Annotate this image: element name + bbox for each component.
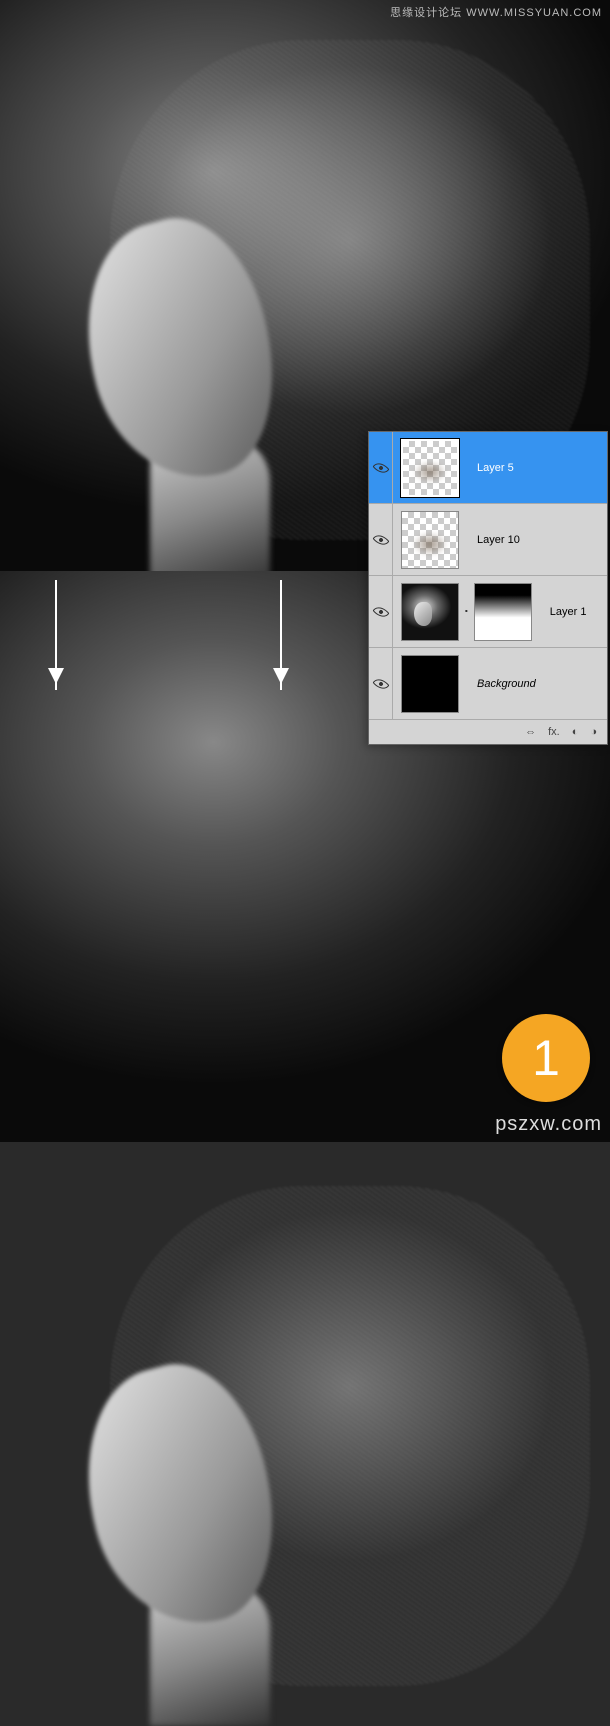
layer-name-label[interactable]: Background [467, 678, 607, 690]
arrow-down-icon [280, 580, 282, 690]
add-mask-icon[interactable]: ◐ [572, 726, 579, 738]
layer-thumbnail[interactable] [401, 583, 459, 641]
visibility-toggle[interactable] [369, 576, 393, 647]
layer-name-label[interactable]: Layer 5 [467, 462, 607, 474]
portrait-after [30, 1166, 590, 1706]
watermark-bottom: pszxw.com [495, 1113, 602, 1136]
layer-row-layer1[interactable]: ⬝ Layer 1 [369, 576, 607, 648]
arrow-down-icon [55, 580, 57, 690]
eye-icon [372, 675, 389, 692]
step-number-badge: 1 [502, 1014, 590, 1102]
layer-row-layer10[interactable]: Layer 10 [369, 504, 607, 576]
link-icon: ⬝ [465, 606, 468, 617]
layer-mask-thumbnail[interactable] [474, 583, 532, 641]
layers-panel: Layer 5 Layer 10 ⬝ Layer 1 Background ⇔ [368, 431, 608, 745]
link-layers-icon[interactable]: ⇔ [525, 726, 536, 738]
eye-icon [372, 603, 389, 620]
layer-name-label[interactable]: Layer 10 [467, 534, 607, 546]
layer-name-label[interactable]: Layer 1 [540, 606, 607, 618]
layer-thumbnail[interactable] [401, 439, 459, 497]
layer-thumbnail[interactable] [401, 511, 459, 569]
eye-icon [372, 459, 389, 476]
layer-row-layer5[interactable]: Layer 5 [369, 432, 607, 504]
layer-row-background[interactable]: Background [369, 648, 607, 720]
visibility-toggle[interactable] [369, 432, 393, 503]
adjustment-layer-icon[interactable]: ◑ [590, 726, 597, 738]
fx-icon[interactable]: fx. [548, 726, 560, 738]
watermark-top: 思缘设计论坛 WWW.MISSYUAN.COM [390, 4, 602, 20]
layer-thumbnail[interactable] [401, 655, 459, 713]
layers-panel-footer: ⇔ fx. ◐ ◑ [369, 720, 607, 744]
visibility-toggle[interactable] [369, 648, 393, 719]
visibility-toggle[interactable] [369, 504, 393, 575]
step-number-text: 1 [532, 1029, 560, 1087]
eye-icon [372, 531, 389, 548]
